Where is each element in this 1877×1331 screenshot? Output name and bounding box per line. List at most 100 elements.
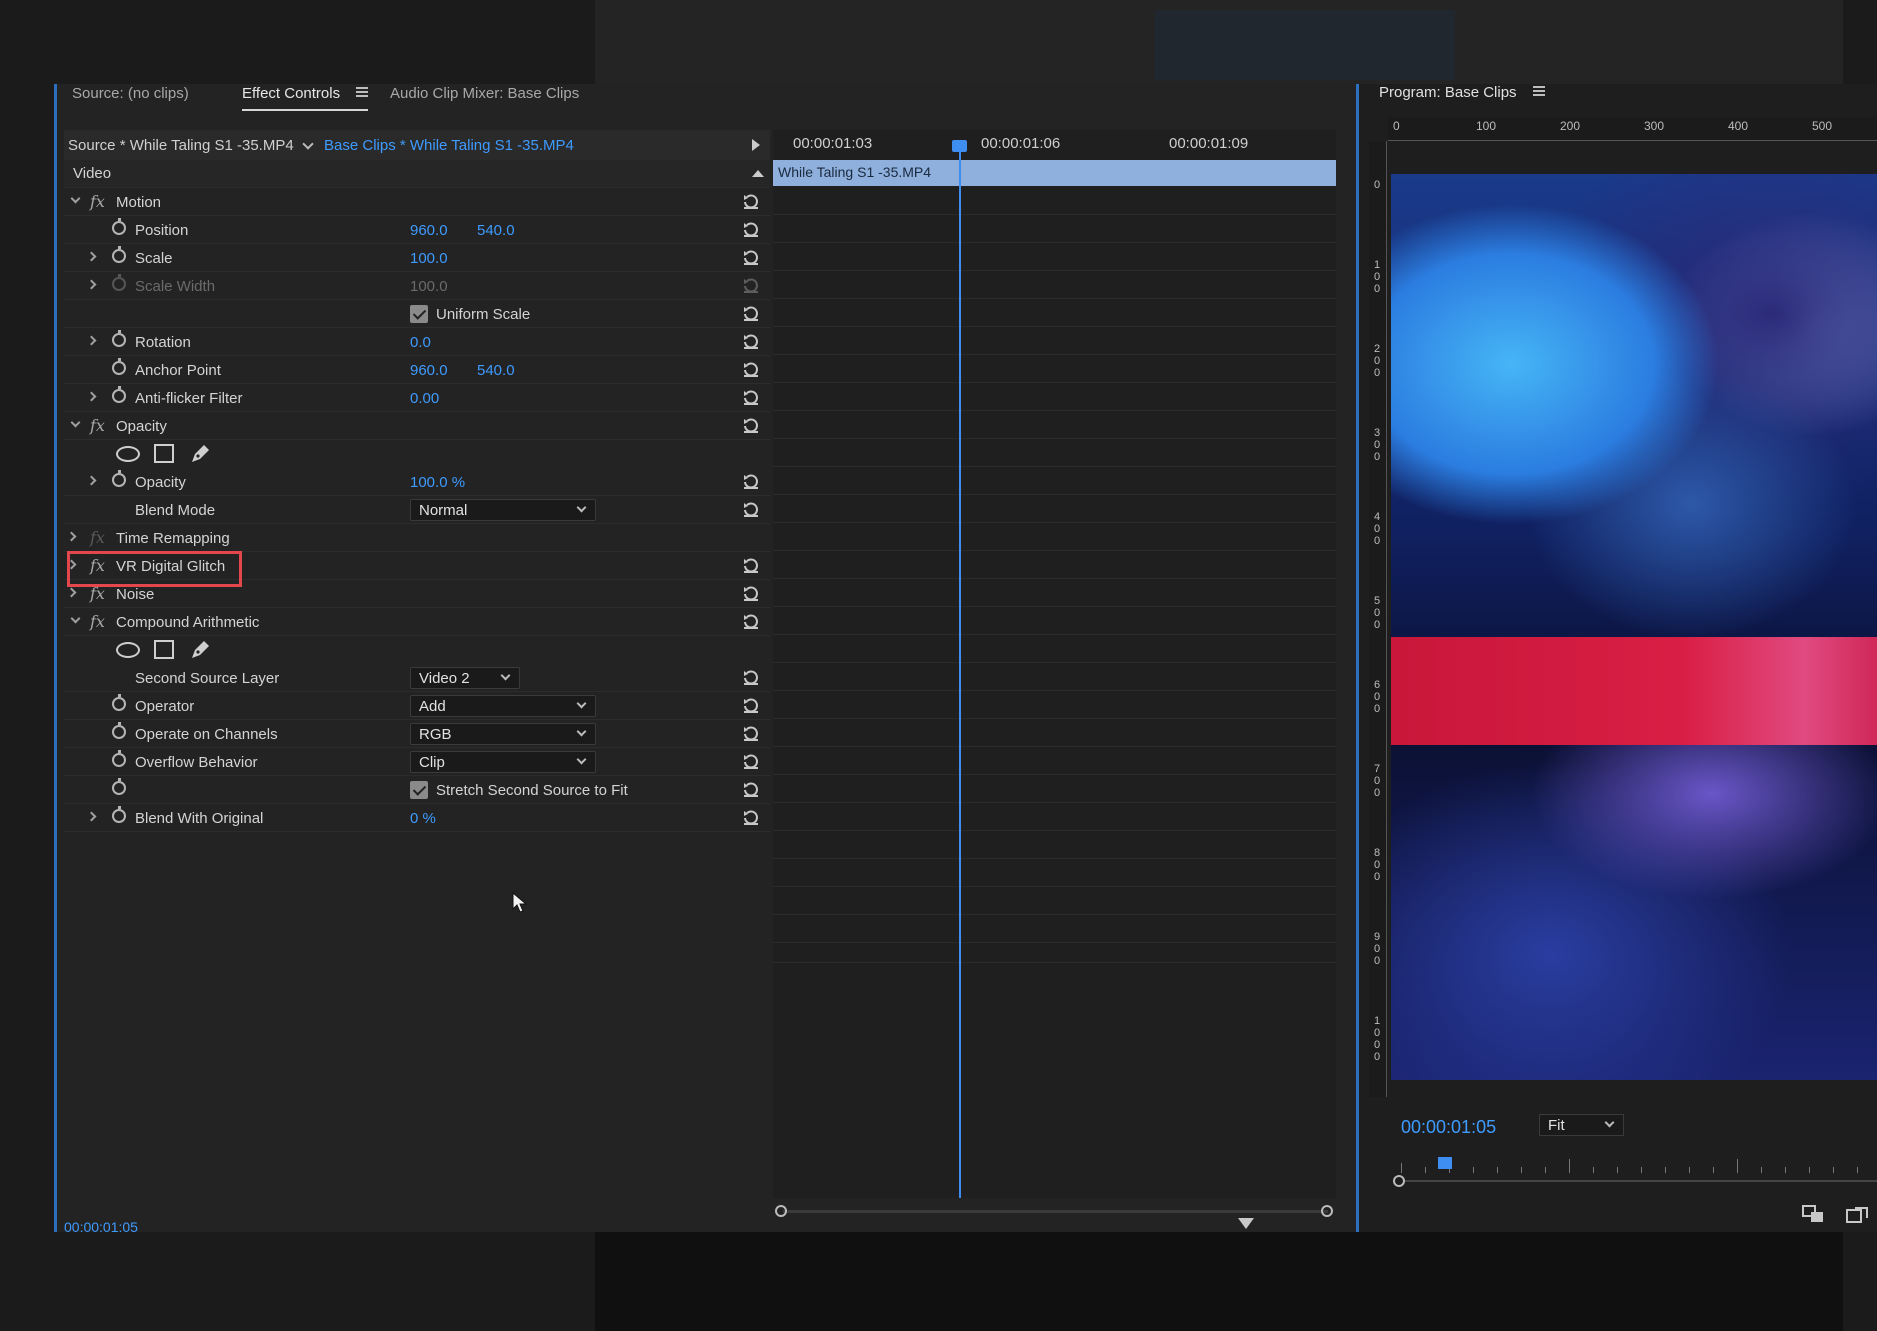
scrollbar-start-handle[interactable] xyxy=(775,1205,787,1217)
rectangle-mask-icon[interactable] xyxy=(154,640,174,659)
fx-icon[interactable]: fx xyxy=(90,416,105,435)
twisty-closed-icon[interactable] xyxy=(66,587,77,598)
zoom-dropdown[interactable]: Fit xyxy=(1539,1114,1624,1136)
twisty-closed-icon[interactable] xyxy=(86,335,97,346)
twisty-open-icon[interactable] xyxy=(70,613,81,624)
second-source-dropdown[interactable]: Video 2 xyxy=(410,667,520,689)
pen-mask-icon[interactable] xyxy=(188,638,212,662)
reset-icon[interactable] xyxy=(742,500,760,518)
playhead-marker[interactable] xyxy=(1438,1157,1452,1169)
reset-icon[interactable] xyxy=(742,808,760,826)
ellipse-mask-icon[interactable] xyxy=(116,642,140,658)
chevron-down-icon[interactable] xyxy=(302,138,314,150)
stopwatch-icon[interactable] xyxy=(112,778,126,795)
reset-icon[interactable] xyxy=(742,724,760,742)
reset-icon[interactable] xyxy=(742,416,760,434)
scrubber-track[interactable] xyxy=(1401,1180,1877,1182)
reset-icon[interactable] xyxy=(742,304,760,322)
overflow-dropdown[interactable]: Clip xyxy=(410,751,596,773)
stopwatch-icon[interactable] xyxy=(112,750,126,767)
operator-dropdown[interactable]: Add xyxy=(410,695,596,717)
effect-motion[interactable]: fx Motion xyxy=(64,188,770,216)
reset-icon[interactable] xyxy=(742,668,760,686)
effect-opacity[interactable]: fx Opacity xyxy=(64,412,770,440)
scroll-up-icon[interactable] xyxy=(752,170,764,177)
channels-dropdown[interactable]: RGB xyxy=(410,723,596,745)
stopwatch-icon[interactable] xyxy=(112,470,126,487)
fx-icon[interactable]: fx xyxy=(90,192,105,211)
twisty-closed-icon[interactable] xyxy=(86,811,97,822)
blend-original-value[interactable]: 0 % xyxy=(410,810,436,827)
anchor-y-value[interactable]: 540.0 xyxy=(477,362,515,379)
scale-value[interactable]: 100.0 xyxy=(410,250,448,267)
opacity-value[interactable]: 100.0 % xyxy=(410,474,465,491)
panel-menu-icon[interactable] xyxy=(1532,86,1545,97)
tab-audio-clip-mixer[interactable]: Audio Clip Mixer: Base Clips xyxy=(390,84,579,128)
playhead-marker[interactable] xyxy=(952,140,967,152)
program-timecode[interactable]: 00:00:01:05 xyxy=(1401,1117,1496,1138)
reset-icon[interactable] xyxy=(742,248,760,266)
program-scrubber[interactable] xyxy=(1393,1157,1877,1187)
effect-timeline[interactable]: 00:00:01:03 00:00:01:06 00:00:01:09 Whil… xyxy=(773,130,1336,1217)
reset-icon[interactable] xyxy=(742,332,760,350)
stopwatch-icon[interactable] xyxy=(112,722,126,739)
reset-icon[interactable] xyxy=(742,696,760,714)
clip-bar[interactable]: While Taling S1 -35.MP4 xyxy=(773,160,1336,186)
timeline-ruler[interactable]: 00:00:01:03 00:00:01:06 00:00:01:09 xyxy=(773,130,1336,158)
filter-icon[interactable] xyxy=(1238,1218,1254,1229)
blend-mode-dropdown[interactable]: Normal xyxy=(410,499,596,521)
effect-time-remapping[interactable]: fx Time Remapping xyxy=(64,524,770,552)
anti-flicker-value[interactable]: 0.00 xyxy=(410,390,439,407)
effect-compound-arithmetic[interactable]: fx Compound Arithmetic xyxy=(64,608,770,636)
uniform-scale-checkbox[interactable] xyxy=(410,305,428,323)
export-frame-icon[interactable] xyxy=(1801,1204,1827,1226)
anchor-x-value[interactable]: 960.0 xyxy=(410,362,448,379)
stopwatch-icon[interactable] xyxy=(112,694,126,711)
reset-icon[interactable] xyxy=(742,220,760,238)
reset-icon[interactable] xyxy=(742,192,760,210)
timeline-zoom-scrollbar[interactable] xyxy=(773,1204,1336,1218)
reset-icon[interactable] xyxy=(742,388,760,406)
twisty-closed-icon[interactable] xyxy=(86,251,97,262)
stopwatch-icon[interactable] xyxy=(112,218,126,235)
twisty-open-icon[interactable] xyxy=(70,193,81,204)
reset-icon[interactable] xyxy=(742,752,760,770)
stopwatch-icon[interactable] xyxy=(112,246,126,263)
twisty-open-icon[interactable] xyxy=(70,417,81,428)
stopwatch-icon[interactable] xyxy=(112,806,126,823)
compare-view-icon[interactable] xyxy=(1845,1204,1871,1226)
stretch-checkbox[interactable] xyxy=(410,781,428,799)
twisty-closed-icon[interactable] xyxy=(86,475,97,486)
rectangle-mask-icon[interactable] xyxy=(154,444,174,463)
scrollbar-track[interactable] xyxy=(783,1210,1328,1213)
effect-controls-timecode[interactable]: 00:00:01:05 xyxy=(64,1219,138,1235)
position-y-value[interactable]: 540.0 xyxy=(477,222,515,239)
stopwatch-icon[interactable] xyxy=(112,358,126,375)
play-only-icon[interactable] xyxy=(752,139,760,151)
panel-menu-icon[interactable] xyxy=(356,87,369,98)
reset-icon[interactable] xyxy=(742,472,760,490)
twisty-closed-icon[interactable] xyxy=(86,279,97,290)
tab-effect-controls[interactable]: Effect Controls xyxy=(242,84,369,128)
reset-icon[interactable] xyxy=(742,556,760,574)
position-x-value[interactable]: 960.0 xyxy=(410,222,448,239)
twisty-closed-icon[interactable] xyxy=(66,531,77,542)
scrollbar-end-handle[interactable] xyxy=(1321,1205,1333,1217)
program-title[interactable]: Program: Base Clips xyxy=(1379,84,1545,114)
stopwatch-icon[interactable] xyxy=(112,386,126,403)
playhead-line[interactable] xyxy=(959,140,961,1198)
pen-mask-icon[interactable] xyxy=(188,442,212,466)
stopwatch-icon[interactable] xyxy=(112,330,126,347)
tab-source[interactable]: Source: (no clips) xyxy=(72,84,189,128)
reset-icon[interactable] xyxy=(742,780,760,798)
twisty-closed-icon[interactable] xyxy=(86,391,97,402)
reset-icon[interactable] xyxy=(742,584,760,602)
rotation-value[interactable]: 0.0 xyxy=(410,334,431,351)
reset-icon[interactable] xyxy=(742,612,760,630)
ellipse-mask-icon[interactable] xyxy=(116,446,140,462)
program-video-frame[interactable] xyxy=(1391,174,1877,1080)
fx-icon[interactable]: fx xyxy=(90,612,105,631)
reset-icon[interactable] xyxy=(742,360,760,378)
sequence-clip-label[interactable]: Base Clips * While Taling S1 -35.MP4 xyxy=(324,137,574,154)
scrubber-handle[interactable] xyxy=(1393,1175,1405,1187)
